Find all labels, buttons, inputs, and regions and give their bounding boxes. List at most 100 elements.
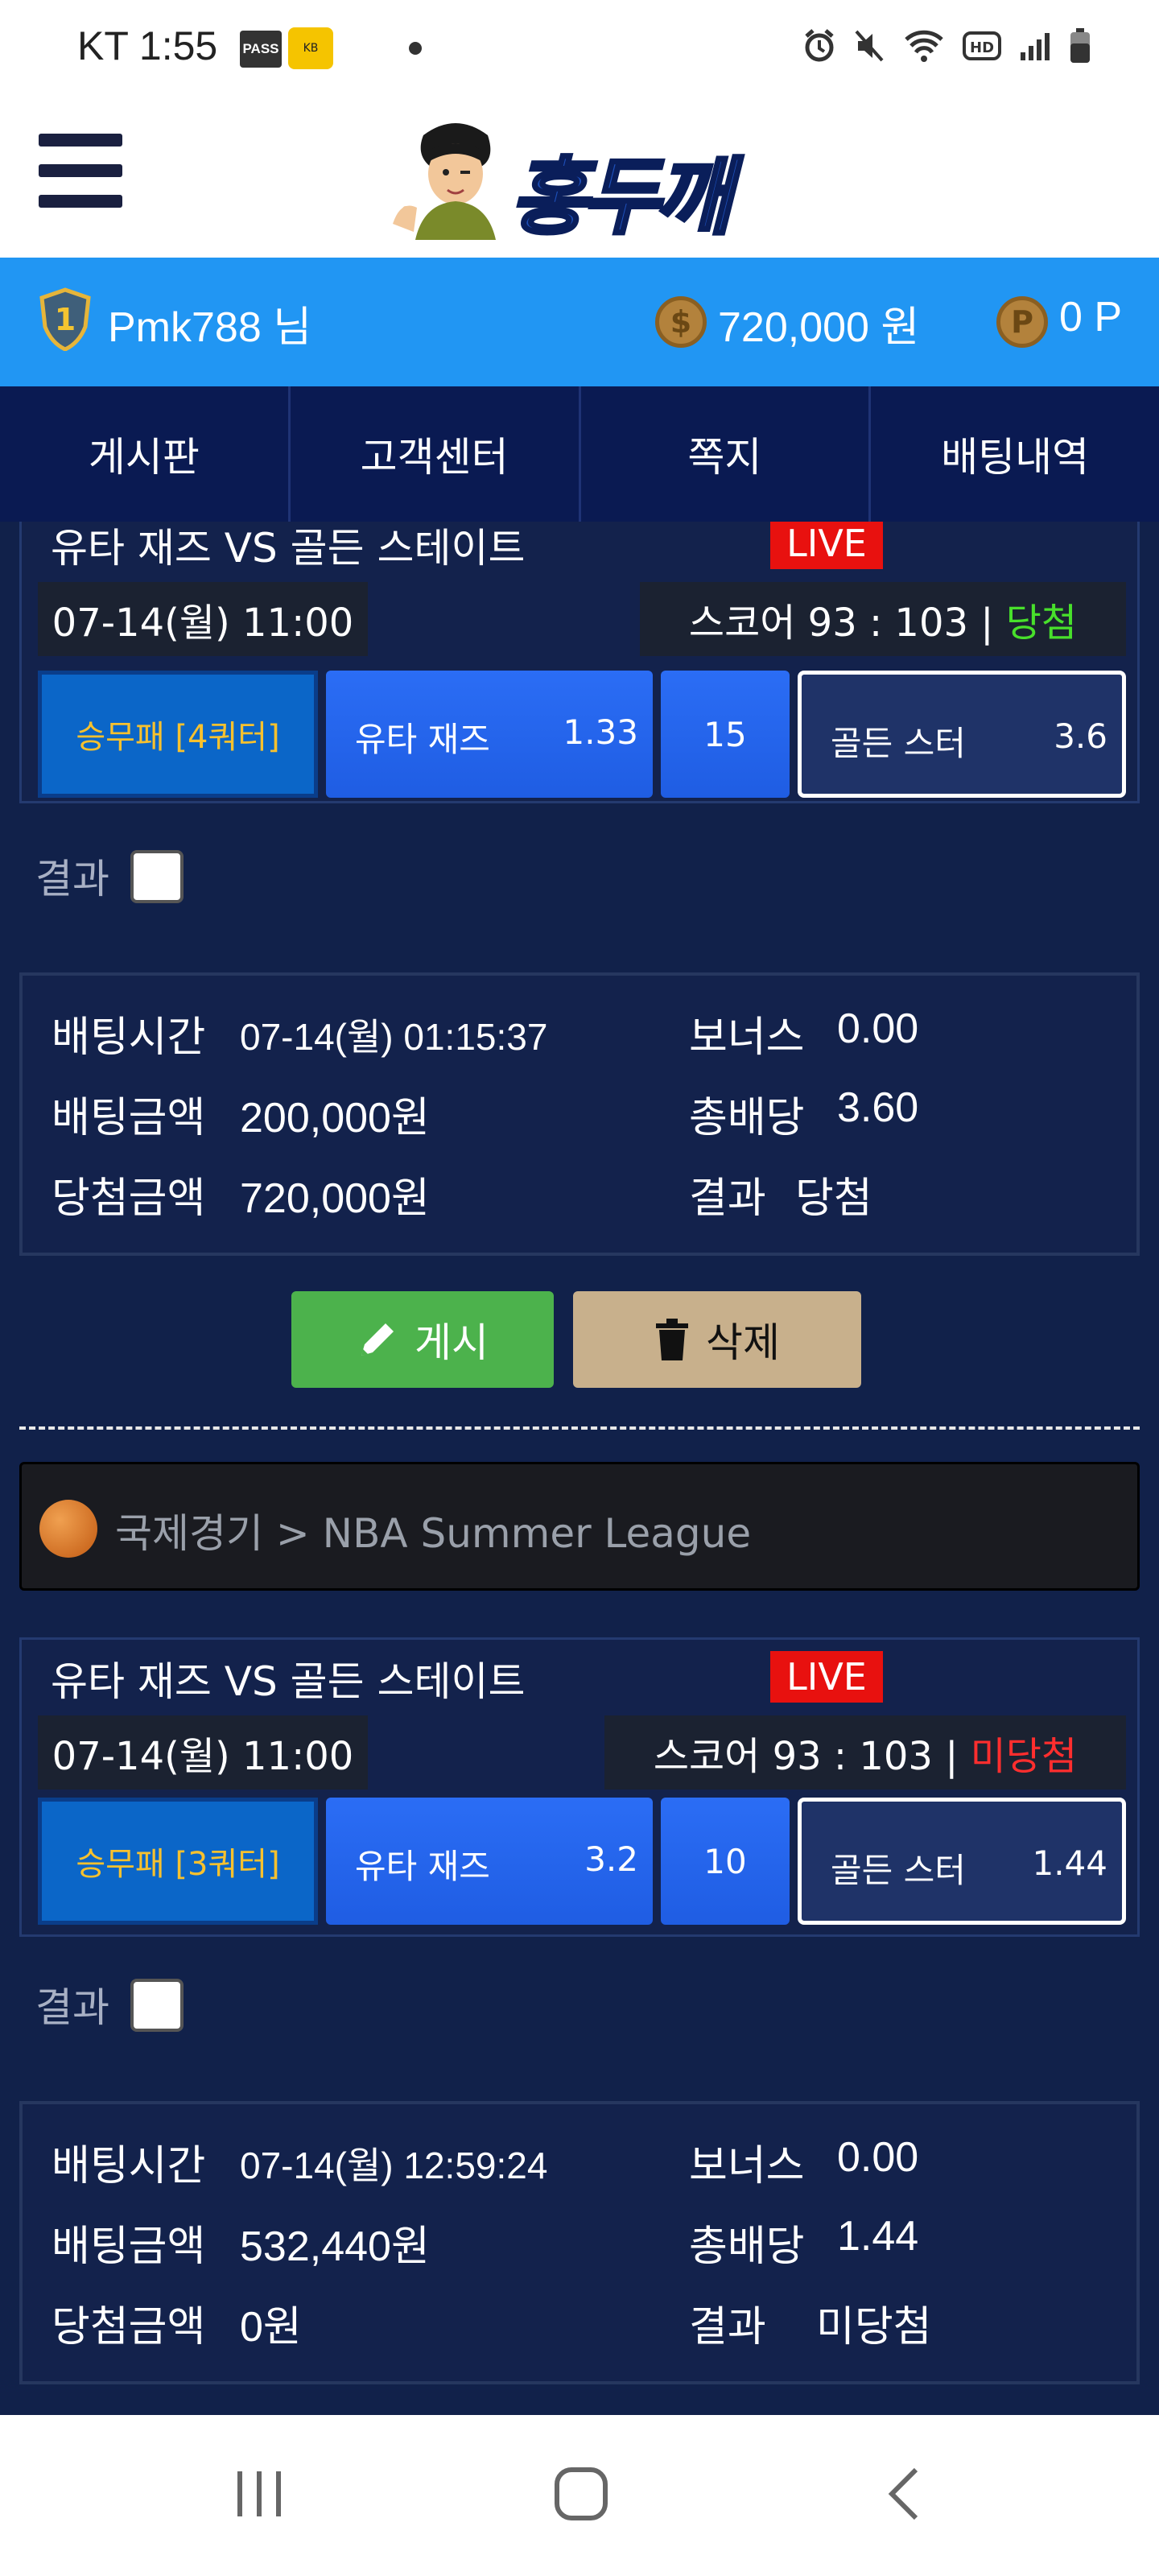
score-text: 스코어 93 : 103 | <box>688 601 994 646</box>
bet-amount: 532,440원 <box>240 2223 430 2270</box>
away-odds-button-selected[interactable]: 골든 스터 3.6 <box>798 671 1126 798</box>
notification-dot-icon <box>409 42 422 55</box>
delete-button[interactable]: 삭제 <box>573 1291 861 1388</box>
bonus-value: 0.00 <box>837 1005 919 1052</box>
nav-board[interactable]: 게시판 <box>0 386 291 522</box>
draw-odds: 10 <box>703 1841 747 1881</box>
battery-icon <box>1070 28 1090 63</box>
home-odds: 3.2 <box>584 1839 638 1879</box>
score-result: 당첨 <box>1005 601 1078 646</box>
match-date: 07-14(월) 11:00 <box>38 1715 368 1790</box>
live-badge: LIVE <box>770 1651 883 1703</box>
point-balance: 0 P <box>1059 294 1123 341</box>
home-odds-button[interactable]: 유타 재즈 1.33 <box>326 671 653 798</box>
result-checkbox[interactable] <box>130 850 184 903</box>
total-odds-label: 총배당 <box>689 1094 805 1142</box>
nav-betting-history[interactable]: 배팅내역 <box>871 386 1159 522</box>
away-team-name: 골든 스터 <box>831 1851 966 1890</box>
logo-text: 홍두깨 <box>509 147 733 248</box>
draw-odds: 15 <box>703 714 747 754</box>
bet-time-label: 배팅시간 <box>52 1013 206 1062</box>
total-odds-label: 총배당 <box>689 2223 805 2271</box>
result-checkbox[interactable] <box>130 1979 184 2032</box>
bet-history-list[interactable]: 유타 재즈 VS 골든 스테이트 LIVE 07-14(월) 11:00 스코어… <box>0 522 1159 2415</box>
bonus-label: 보너스 <box>689 2142 805 2190</box>
home-odds-button[interactable]: 유타 재즈 3.2 <box>326 1798 653 1925</box>
league-header: 국제경기 > NBA Summer League <box>19 1462 1140 1591</box>
username: Pmk788 님 <box>108 304 312 351</box>
bet-type-label: 승무패 [3쿼터] <box>38 1798 318 1925</box>
match-score: 스코어 93 : 103 | 당첨 <box>640 582 1126 656</box>
user-bar: 1 Pmk788 님 $ 720,000 원 P 0 P <box>0 258 1159 386</box>
home-team-name: 유타 재즈 <box>355 1847 490 1886</box>
bet-time: 07-14(월) 12:59:24 <box>240 2145 548 2186</box>
bet-detail-box: 배팅시간 07-14(월) 01:15:37 보너스 0.00 배팅금액 200… <box>19 972 1140 1256</box>
delete-button-label: 삭제 <box>706 1319 780 1366</box>
basketball-icon <box>39 1500 97 1558</box>
score-text: 스코어 93 : 103 | <box>653 1734 959 1779</box>
draw-odds-button[interactable]: 10 <box>661 1798 790 1925</box>
away-odds: 3.6 <box>1054 716 1107 756</box>
main-nav: 게시판 고객센터 쪽지 배팅내역 <box>0 386 1159 522</box>
pass-app-icon: PASS <box>240 31 282 68</box>
kb-app-icon: KB <box>288 27 333 69</box>
home-odds: 1.33 <box>563 712 638 752</box>
result-checkbox-label: 결과 <box>35 1984 109 2031</box>
total-odds: 3.60 <box>837 1084 919 1131</box>
bet-type-label: 승무패 [4쿼터] <box>38 671 318 798</box>
bet-time: 07-14(월) 01:15:37 <box>240 1016 548 1058</box>
game-card: 유타 재즈 VS 골든 스테이트 LIVE 07-14(월) 11:00 스코어… <box>19 522 1140 803</box>
trash-icon <box>656 1319 688 1360</box>
money-coin-icon: $ <box>655 296 707 348</box>
result-label: 결과 <box>689 1174 766 1223</box>
match-title: 유타 재즈 VS 골든 스테이트 <box>51 525 526 572</box>
away-odds: 1.44 <box>1032 1843 1107 1883</box>
signal-icon <box>1021 33 1050 60</box>
nav-customer-center[interactable]: 고객센터 <box>291 386 581 522</box>
app-header: 홍두깨 <box>0 95 1159 258</box>
league-breadcrumb: 국제경기 > NBA Summer League <box>115 1510 752 1557</box>
match-title: 유타 재즈 VS 골든 스테이트 <box>51 1658 526 1705</box>
bet-amount-label: 배팅금액 <box>52 2223 206 2271</box>
section-divider <box>19 1426 1140 1430</box>
result-value: 미당첨 <box>816 2303 932 2351</box>
bet-detail-box: 배팅시간 07-14(월) 12:59:24 보너스 0.00 배팅금액 532… <box>19 2101 1140 2384</box>
bonus-value: 0.00 <box>837 2134 919 2181</box>
status-icons: HD <box>803 27 1091 64</box>
level-number: 1 <box>55 302 76 337</box>
win-amount: 0원 <box>240 2304 302 2351</box>
nav-messages[interactable]: 쪽지 <box>581 386 872 522</box>
hd-icon: HD <box>963 31 1001 60</box>
result-checkbox-label: 결과 <box>35 856 109 902</box>
bet-amount: 200,000원 <box>240 1095 430 1141</box>
away-odds-button-selected[interactable]: 골든 스터 1.44 <box>798 1798 1126 1925</box>
result-value: 당첨 <box>795 1174 872 1223</box>
pencil-icon <box>361 1323 394 1356</box>
score-result: 미당첨 <box>970 1734 1078 1779</box>
match-score: 스코어 93 : 103 | 미당첨 <box>604 1715 1126 1790</box>
menu-icon[interactable] <box>39 134 122 208</box>
status-time: KT 1:55 <box>77 23 218 68</box>
win-amount: 720,000원 <box>240 1175 430 1222</box>
away-team-name: 골든 스터 <box>831 724 966 763</box>
back-icon[interactable] <box>874 2463 935 2524</box>
level-badge-icon: 1 <box>39 287 91 351</box>
home-team-name: 유타 재즈 <box>355 720 490 759</box>
win-amount-label: 당첨금액 <box>52 1174 206 1223</box>
recent-apps-icon[interactable] <box>229 2463 290 2524</box>
bet-amount-label: 배팅금액 <box>52 1094 206 1142</box>
home-icon[interactable] <box>551 2463 612 2524</box>
point-coin-icon: P <box>996 296 1048 348</box>
bonus-label: 보너스 <box>689 1013 805 1062</box>
mute-icon <box>855 30 884 62</box>
bet-time-label: 배팅시간 <box>52 2142 206 2190</box>
result-label: 결과 <box>689 2303 766 2351</box>
live-badge: LIVE <box>770 522 883 569</box>
money-balance: 720,000 원 <box>718 304 920 351</box>
system-nav-bar <box>0 2415 1159 2576</box>
total-odds: 1.44 <box>837 2213 919 2260</box>
post-button[interactable]: 게시 <box>291 1291 554 1388</box>
status-bar: KT 1:55 PASS KB HD <box>0 0 1159 95</box>
site-logo[interactable]: 홍두깨 <box>391 111 769 248</box>
draw-odds-button[interactable]: 15 <box>661 671 790 798</box>
